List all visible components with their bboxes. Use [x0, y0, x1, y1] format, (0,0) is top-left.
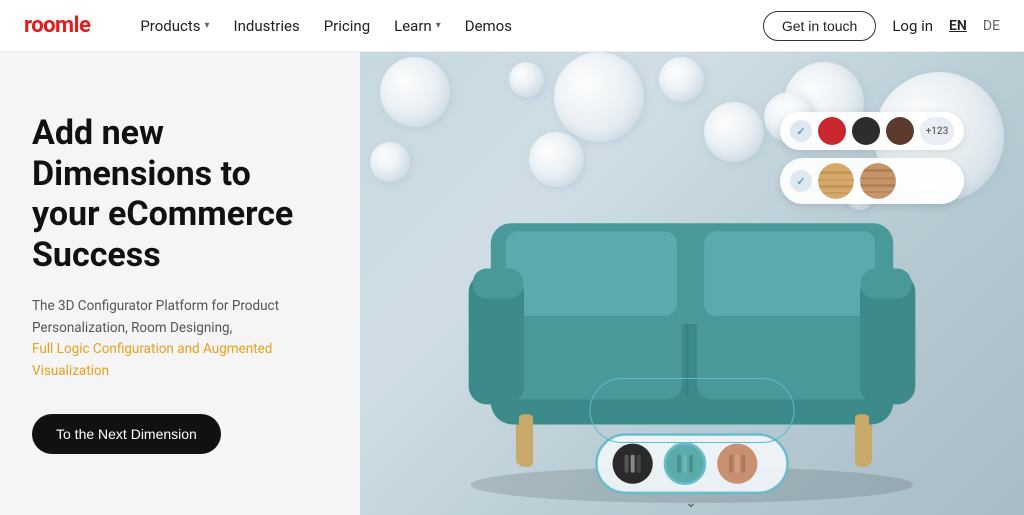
chevron-down-icon: ▾ — [205, 20, 210, 31]
bubble-decorative — [554, 52, 644, 142]
color-picker-overlay: ✓ +123 ✓ — [780, 112, 964, 204]
nav-item-industries[interactable]: Industries — [224, 11, 310, 41]
hero-left-panel: Add new Dimensions to your eCommerce Suc… — [0, 52, 360, 515]
nav-item-learn[interactable]: Learn ▾ — [384, 11, 451, 41]
hero-image-panel: ✓ +123 ✓ — [360, 52, 1024, 515]
bubble-decorative — [704, 102, 764, 162]
material-swatch-wood-medium[interactable] — [860, 163, 896, 199]
nav-links: Products ▾ Industries Pricing Learn ▾ De… — [130, 11, 762, 41]
color-swatch-brown[interactable] — [886, 117, 914, 145]
color-row-2: ✓ — [780, 158, 964, 204]
svg-text:⌄: ⌄ — [685, 495, 697, 511]
material-swatch-wood-light[interactable] — [818, 163, 854, 199]
color-swatch-red[interactable] — [818, 117, 846, 145]
color-check-icon-2: ✓ — [790, 170, 812, 192]
color-check-icon: ✓ — [790, 120, 812, 142]
lang-en-button[interactable]: EN — [949, 18, 967, 34]
get-in-touch-button[interactable]: Get in touch — [763, 11, 877, 41]
chevron-down-icon: ▾ — [436, 20, 441, 31]
nav-item-products[interactable]: Products ▾ — [130, 11, 219, 41]
bubble-decorative — [370, 142, 410, 182]
hero-subtitle: The 3D Configurator Platform for Product… — [32, 296, 324, 382]
nav-right: Get in touch Log in EN DE — [763, 11, 1000, 41]
bubble-decorative — [659, 57, 704, 102]
main-content: Add new Dimensions to your eCommerce Suc… — [0, 52, 1024, 515]
color-more-button[interactable]: +123 — [920, 117, 954, 145]
logo[interactable]: roomle — [24, 13, 90, 38]
bubble-decorative — [380, 57, 450, 127]
bubble-decorative — [529, 132, 584, 187]
bubble-decorative — [509, 62, 544, 97]
nav-item-pricing[interactable]: Pricing — [314, 11, 380, 41]
nav-item-demos[interactable]: Demos — [455, 11, 522, 41]
navbar: roomle Products ▾ Industries Pricing Lea… — [0, 0, 1024, 52]
cta-button[interactable]: To the Next Dimension — [32, 414, 221, 454]
color-swatch-dark[interactable] — [852, 117, 880, 145]
lang-de-button[interactable]: DE — [983, 18, 1000, 34]
hero-title: Add new Dimensions to your eCommerce Suc… — [32, 113, 324, 276]
login-link[interactable]: Log in — [892, 17, 933, 35]
color-row-1: ✓ +123 — [780, 112, 964, 150]
